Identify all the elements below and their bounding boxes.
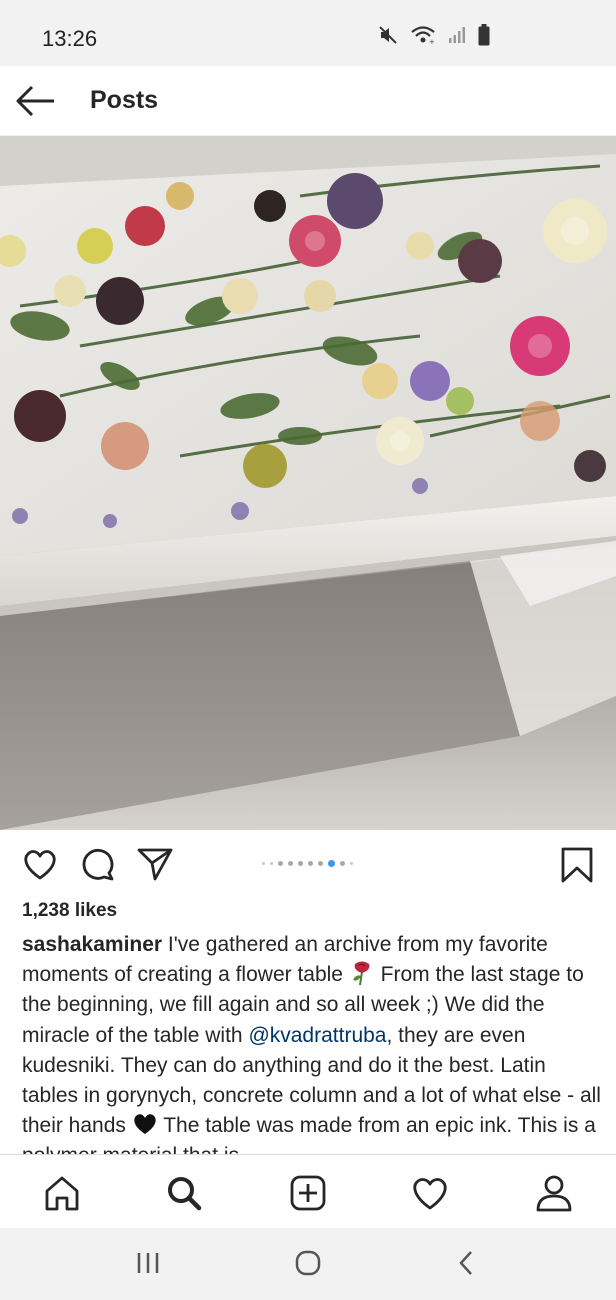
like-button[interactable] [22,846,58,887]
recents-icon [134,1253,162,1282]
add-post-icon [288,1175,328,1217]
home-icon [42,1176,82,1217]
carousel-dot [270,862,273,865]
carousel-dot [262,862,265,865]
bottom-nav [0,1154,616,1228]
nav-home-button[interactable] [42,1173,82,1213]
carousel-dot [350,862,353,865]
speech-bubble-icon [80,849,116,886]
post-actions [0,830,616,900]
paper-plane-icon [136,848,174,886]
top-bar: Posts [0,66,616,136]
nav-activity-button[interactable] [410,1173,450,1213]
post-caption: sashakaminer I've gathered an archive fr… [22,930,602,1154]
mute-icon [378,25,398,45]
caption-username[interactable]: sashakaminer [22,933,162,956]
post-image[interactable] [0,136,616,830]
carousel-dot [308,861,313,866]
wifi-icon: + [410,25,436,45]
signal-icon [448,26,466,44]
status-icons: + [378,24,490,46]
back-button[interactable] [14,82,58,120]
battery-icon [478,24,490,46]
system-navigation-bar [0,1228,616,1300]
caption-mention-link[interactable]: @kvadrattruba [248,1024,386,1047]
likes-count[interactable]: 1,238 likes [22,900,117,922]
nav-profile-button[interactable] [534,1173,574,1213]
save-button[interactable] [560,846,594,889]
carousel-dot [340,861,345,866]
system-back-button[interactable] [454,1248,480,1283]
black-heart-emoji-icon [132,1112,158,1136]
share-button[interactable] [136,846,174,887]
activity-heart-icon [410,1178,450,1217]
svg-text:+: + [429,38,435,45]
carousel-indicator [262,860,353,867]
comment-button[interactable] [80,846,116,887]
carousel-dot [288,861,293,866]
profile-icon [534,1175,574,1217]
carousel-dot [298,861,303,866]
bookmark-icon [560,847,594,888]
status-time: 13:26 [42,26,98,51]
system-home-button[interactable] [293,1248,323,1283]
recents-button[interactable] [134,1248,162,1283]
nav-search-button[interactable] [164,1173,204,1213]
arrow-left-icon [14,85,58,124]
carousel-dot-active [328,860,335,867]
home-circle-icon [293,1250,323,1282]
heart-outline-icon [22,850,58,886]
status-bar: 13:26 + [0,0,616,66]
rose-emoji-icon [349,960,375,986]
carousel-dot [278,861,283,866]
back-chevron-icon [454,1251,480,1282]
carousel-dot [318,861,323,866]
search-icon [164,1177,204,1217]
page-title: Posts [90,86,159,114]
nav-add-post-button[interactable] [288,1173,328,1213]
